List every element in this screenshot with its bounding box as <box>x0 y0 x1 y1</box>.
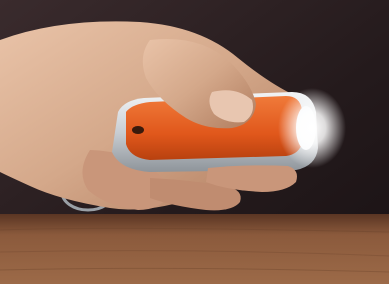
light-glow <box>278 88 346 168</box>
photo-canvas <box>0 0 389 284</box>
wooden-table <box>0 214 389 284</box>
keyring-hole <box>132 126 144 134</box>
product-photo <box>0 0 389 284</box>
